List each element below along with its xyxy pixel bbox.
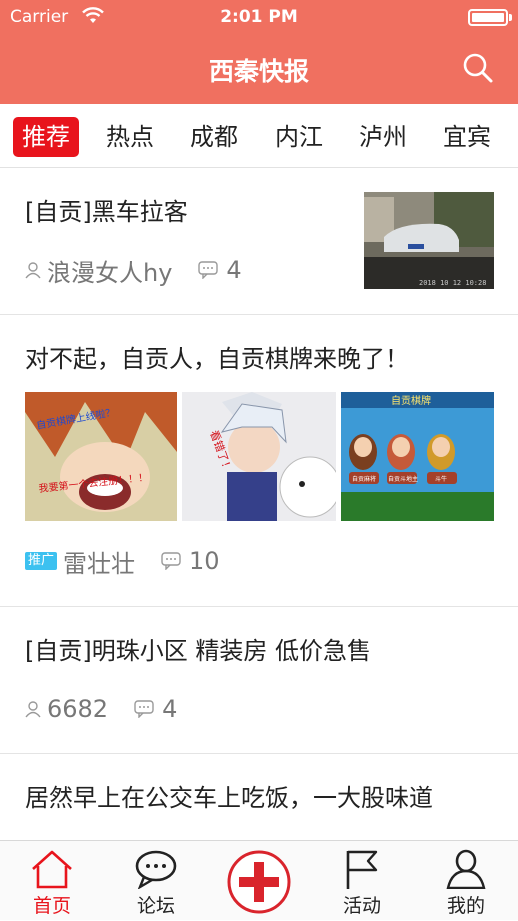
comment-icon — [198, 261, 219, 279]
article-headline: 对不起，自贡人，自贡棋牌来晚了！ — [25, 345, 409, 373]
author-name: 雷壮壮 — [63, 549, 136, 578]
category-tabs: 推荐 热点 成都 内江 泸州 宜宾 — [0, 104, 518, 168]
article-meta: 推广 雷壮壮 10 — [25, 546, 220, 578]
comment-count: 10 — [189, 547, 220, 575]
list-item[interactable]: [自贡]黑车拉客 浪漫女人hy 4 2018 10 12 10:28 — [0, 168, 518, 315]
svg-text:2018 10 12 10:28: 2018 10 12 10:28 — [419, 279, 486, 287]
forum-icon — [135, 850, 177, 889]
comment-count: 4 — [162, 695, 178, 723]
user-icon — [25, 701, 41, 718]
flag-icon — [346, 850, 378, 889]
bottom-tab-bar: 首页 论坛 活动 我的 — [0, 840, 518, 920]
tab-forum[interactable]: 论坛 — [104, 841, 208, 921]
article-image-2: 看错了！ — [182, 392, 336, 521]
author-name: 6682 — [47, 695, 109, 723]
svg-text:自贡斗地主: 自贡斗地主 — [388, 475, 418, 483]
status-time: 2:01 PM — [220, 7, 298, 27]
article-headline: [自贡]明珠小区 精装房 低价急售 — [25, 637, 371, 665]
comment-icon — [134, 700, 154, 718]
search-icon[interactable] — [460, 50, 496, 86]
user-icon — [25, 262, 41, 279]
tab-activity[interactable]: 活动 — [310, 841, 414, 921]
article-headline: 居然早上在公交车上吃饭，一大股味道 — [25, 784, 433, 812]
article-image-1: 自贡棋牌上线啦？ 我要第一个去注册！！！ — [25, 392, 177, 521]
home-icon — [32, 850, 72, 889]
tab-neijiang[interactable]: 内江 — [275, 117, 323, 157]
plus-icon[interactable] — [226, 849, 292, 915]
battery-icon — [468, 9, 508, 26]
list-item[interactable]: 对不起，自贡人，自贡棋牌来晚了！ 自贡棋牌上线啦？ 我要第一个去注册！！！ 看错… — [0, 315, 518, 607]
navigation-bar: 西秦快报 — [0, 34, 518, 104]
car-photo: 2018 10 12 10:28 — [364, 192, 494, 289]
tab-activity-label: 活动 — [342, 895, 381, 917]
svg-text:自贡棋牌: 自贡棋牌 — [391, 394, 431, 407]
author-name: 浪漫女人hy — [47, 258, 173, 287]
article-thumbnail: 2018 10 12 10:28 — [364, 192, 494, 289]
svg-text:斗牛: 斗牛 — [435, 475, 447, 483]
tab-forum-label: 论坛 — [136, 895, 175, 917]
tab-yibin[interactable]: 宜宾 — [443, 117, 491, 157]
tab-home[interactable]: 首页 — [0, 841, 104, 921]
promo-badge: 推广 — [25, 552, 58, 570]
comment-icon — [161, 552, 181, 570]
tab-profile-label: 我的 — [446, 895, 485, 917]
article-meta: 浪漫女人hy 4 — [25, 255, 242, 287]
tab-profile[interactable]: 我的 — [414, 841, 518, 921]
article-headline: [自贡]黑车拉客 — [25, 198, 188, 226]
list-item[interactable]: 居然早上在公交车上吃饭，一大股味道 — [0, 754, 518, 840]
tab-home-label: 首页 — [32, 895, 71, 917]
tab-recommend[interactable]: 推荐 — [13, 117, 79, 157]
article-image-3: 自贡棋牌 自贡麻将 自贡斗地主 斗牛 — [341, 392, 494, 521]
comment-count: 4 — [226, 256, 242, 284]
tab-chengdu[interactable]: 成都 — [190, 117, 238, 157]
article-meta: 6682 4 — [25, 694, 177, 724]
tab-luzhou[interactable]: 泸州 — [359, 117, 407, 157]
tab-hot[interactable]: 热点 — [106, 117, 154, 157]
profile-icon — [446, 849, 486, 889]
status-bar: Carrier 2:01 PM — [0, 0, 518, 34]
app-title: 西秦快报 — [208, 57, 309, 86]
svg-text:自贡麻将: 自贡麻将 — [352, 475, 376, 483]
list-item[interactable]: [自贡]明珠小区 精装房 低价急售 6682 4 — [0, 607, 518, 754]
